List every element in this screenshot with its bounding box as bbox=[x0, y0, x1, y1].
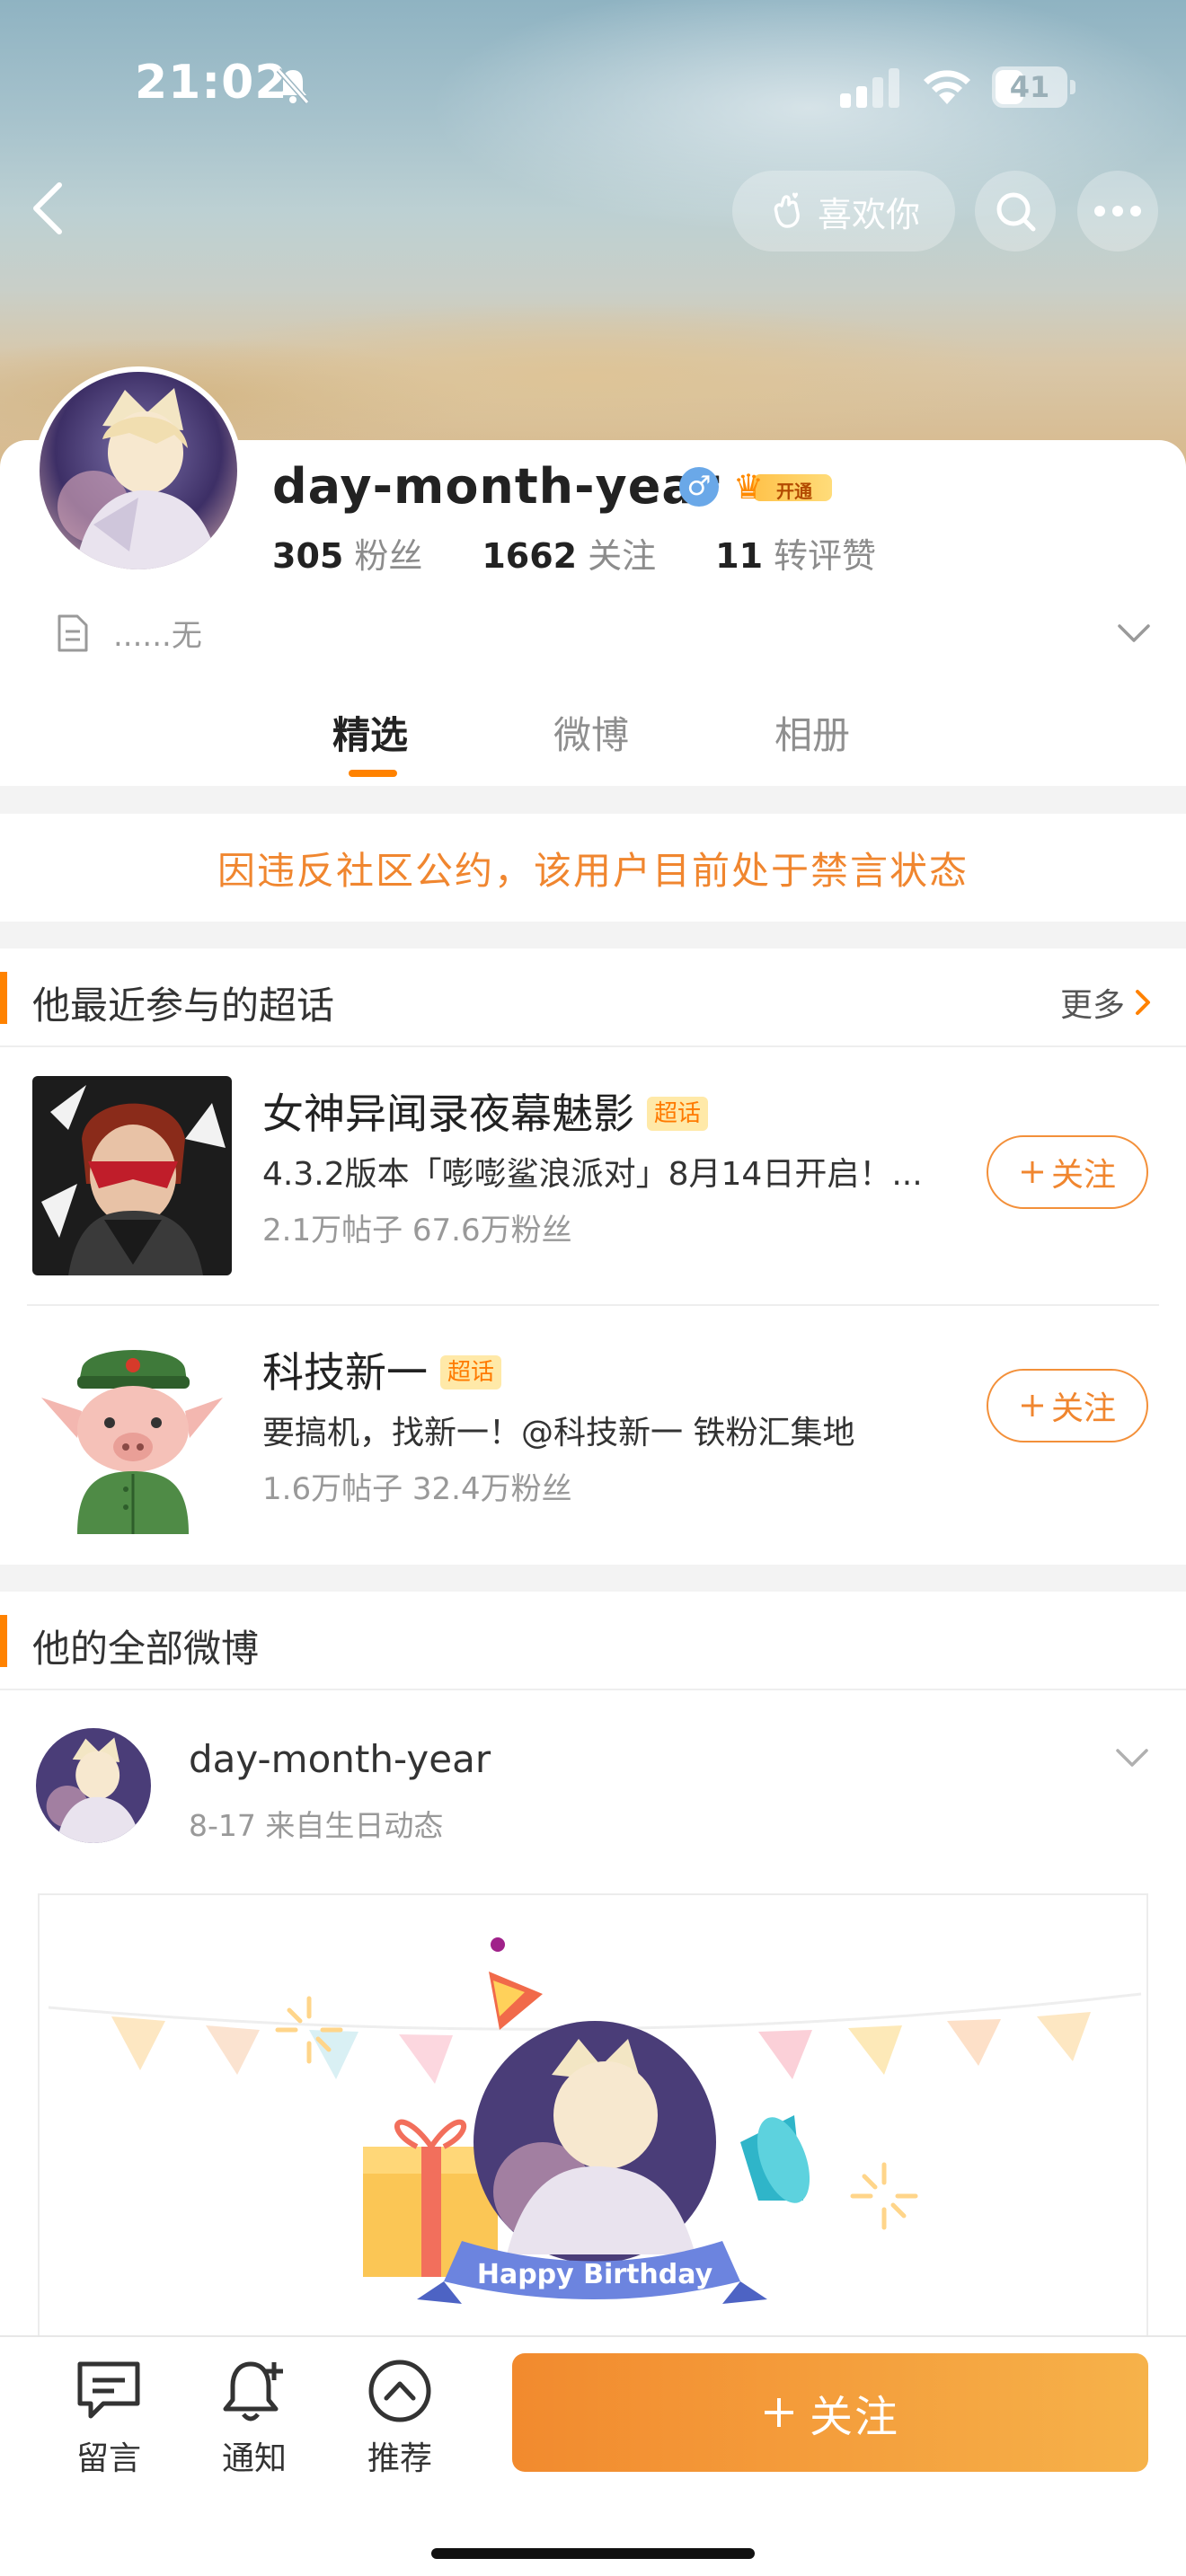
cellular-signal-icon bbox=[840, 68, 899, 108]
section-title: 他最近参与的超话 bbox=[32, 984, 335, 1028]
like-label: 喜欢你 bbox=[817, 194, 920, 234]
bio-row[interactable]: ......无 bbox=[56, 611, 202, 655]
follow-user-button[interactable]: 关注 bbox=[512, 2353, 1148, 2472]
post-author-name[interactable]: day-month-year bbox=[189, 1737, 491, 1781]
topic-thumbnail bbox=[32, 1335, 232, 1534]
male-gender-icon: ♂ bbox=[679, 467, 719, 507]
section-accent-bar bbox=[0, 1615, 7, 1667]
topic-item[interactable]: 女神异闻录夜幕魅影 超话 4.3.2版本「嘭嘭鲨浪派对」8月14日开启！... 2… bbox=[27, 1047, 1159, 1306]
recommend-button[interactable]: 推荐 bbox=[341, 2357, 458, 2479]
comment-button[interactable]: 留言 bbox=[50, 2357, 167, 2479]
posts-section-header: 他的全部微博 bbox=[0, 1592, 1186, 1690]
super-topic-badge: 超话 bbox=[440, 1355, 502, 1389]
status-time: 21:02 bbox=[135, 56, 288, 110]
tab-weibo[interactable]: 微博 bbox=[553, 705, 629, 760]
topic-stats: 1.6万帖子 32.4万粉丝 bbox=[262, 1471, 572, 1507]
more-dots-icon bbox=[1094, 206, 1141, 216]
ban-notice: 因违反社区公约，该用户目前处于禁言状态 bbox=[0, 814, 1186, 922]
more-link[interactable]: 更多 bbox=[1060, 979, 1152, 1026]
birthday-banner-text: Happy Birthday bbox=[477, 2259, 713, 2290]
hand-heart-icon bbox=[774, 192, 800, 228]
chevron-down-icon[interactable] bbox=[1114, 1746, 1150, 1769]
stat-interactions[interactable]: 11 转评赞 bbox=[715, 528, 876, 578]
post-author-avatar[interactable] bbox=[36, 1728, 151, 1843]
more-options-button[interactable] bbox=[1077, 171, 1158, 251]
battery-indicator: 41 bbox=[992, 66, 1075, 108]
section-accent-bar bbox=[0, 972, 7, 1024]
avatar[interactable] bbox=[34, 366, 243, 575]
super-topic-badge: 超话 bbox=[647, 1097, 709, 1131]
bottom-action-bar: 留言 通知 推荐 关注 bbox=[0, 2335, 1186, 2576]
home-indicator[interactable] bbox=[431, 2548, 755, 2559]
section-title: 他的全部微博 bbox=[32, 1627, 260, 1671]
chevron-up-circle-icon bbox=[368, 2360, 431, 2422]
profile-tabs: 精选 微博 相册 bbox=[0, 696, 1186, 786]
topic-name: 科技新一 超话 bbox=[262, 1340, 502, 1399]
document-icon bbox=[58, 614, 88, 651]
profile-page: 21:02 41 喜欢你 day-month-year ♂ ♛ 开通 305 粉… bbox=[0, 0, 1186, 2576]
active-tab-indicator bbox=[349, 770, 397, 777]
comment-icon bbox=[77, 2361, 140, 2419]
chevron-right-icon bbox=[1136, 990, 1150, 1015]
post-meta: 8-17 来自生日动态 bbox=[189, 1808, 444, 1843]
stat-following[interactable]: 1662 关注 bbox=[482, 528, 656, 578]
plus-icon bbox=[764, 2398, 793, 2427]
tab-featured[interactable]: 精选 bbox=[332, 705, 408, 760]
notify-button[interactable]: 通知 bbox=[196, 2357, 313, 2479]
chevron-down-icon[interactable] bbox=[1116, 622, 1152, 645]
topic-thumbnail bbox=[32, 1076, 232, 1275]
back-icon[interactable] bbox=[25, 180, 70, 237]
like-button[interactable]: 喜欢你 bbox=[732, 171, 955, 251]
topics-section-header: 他最近参与的超话 更多 bbox=[0, 948, 1186, 1047]
search-icon bbox=[996, 192, 1036, 232]
profile-stats: 305 粉丝 1662 关注 11 转评赞 bbox=[272, 528, 935, 578]
tab-album[interactable]: 相册 bbox=[774, 705, 850, 760]
topic-stats: 2.1万帖子 67.6万粉丝 bbox=[262, 1213, 572, 1248]
follow-topic-button[interactable]: 关注 bbox=[987, 1135, 1148, 1209]
stat-followers[interactable]: 305 粉丝 bbox=[272, 528, 422, 578]
topic-name: 女神异闻录夜幕魅影 超话 bbox=[262, 1081, 709, 1141]
wifi-icon bbox=[924, 70, 970, 104]
bio-text: ......无 bbox=[113, 618, 202, 654]
topic-description: 4.3.2版本「嘭嘭鲨浪派对」8月14日开启！... bbox=[262, 1156, 923, 1193]
username: day-month-year bbox=[272, 458, 721, 515]
bell-muted-icon bbox=[276, 68, 310, 104]
crown-icon: ♛ bbox=[733, 467, 765, 507]
search-button[interactable] bbox=[975, 171, 1056, 251]
topic-description: 要搞机，找新一！@科技新一 铁粉汇集地 bbox=[262, 1415, 855, 1451]
follow-topic-button[interactable]: 关注 bbox=[987, 1369, 1148, 1442]
topic-item[interactable]: 科技新一 超话 要搞机，找新一！@科技新一 铁粉汇集地 1.6万帖子 32.4万粉… bbox=[27, 1306, 1159, 1565]
plus-icon bbox=[1021, 1161, 1043, 1183]
vip-badge[interactable]: ♛ 开通 bbox=[733, 469, 834, 505]
plus-icon bbox=[1021, 1395, 1043, 1416]
topics-section: 他最近参与的超话 更多 女神异闻录夜幕魅影 超话 4.3.2版本「嘭嘭鲨浪派对」… bbox=[0, 948, 1186, 1565]
bell-plus-icon bbox=[223, 2361, 283, 2422]
